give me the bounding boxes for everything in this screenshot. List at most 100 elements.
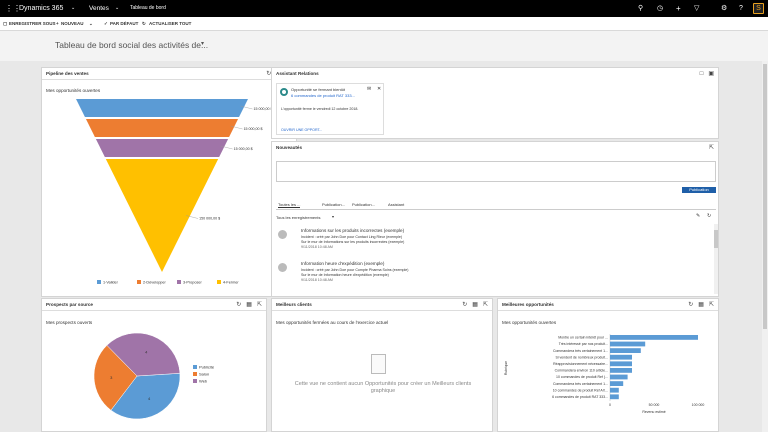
bar — [610, 361, 632, 367]
save-as-button[interactable]: ENREGISTRER SOUS — [9, 17, 56, 31]
category-label: 10 commandes de produit Ref (... — [556, 375, 608, 379]
expand-icon[interactable]: ⇱ — [709, 299, 714, 311]
news-item-time: 9/11/2018 10:48 AM — [301, 245, 333, 249]
panel-subtitle: Mes prospects ouverts — [46, 320, 93, 325]
panel-header: Prospects par source ↻ ▦ ⇱ — [42, 299, 266, 311]
legend-swatch — [177, 280, 181, 284]
refresh-icon[interactable]: ↻ — [707, 213, 711, 219]
top-navigation-bar: ⋮⋮ Dynamics 365 ⌄ Ventes ⌄ Tableau de bo… — [0, 0, 768, 17]
help-question-icon[interactable]: ? — [739, 0, 743, 17]
refresh-icon[interactable]: ↻ — [462, 299, 467, 311]
module-chevron-icon[interactable]: ⌄ — [115, 0, 119, 17]
recent-icon[interactable]: ◷ — [657, 0, 663, 17]
y-axis-label: Rubrique — [504, 361, 508, 375]
news-item-line: Incident : créé par John Doe pour Contac… — [301, 235, 403, 239]
post-textbox[interactable] — [276, 161, 716, 182]
pipeline-panel: Pipeline des ventes ↻ ▦ ⇱ Mes opportunit… — [41, 67, 297, 297]
search-icon[interactable]: ⚲ — [638, 0, 643, 17]
x-axis-label: Revenu estimé — [642, 410, 665, 414]
legend-swatch — [193, 372, 197, 376]
list-item[interactable]: Information heure d'expédition (exemple)… — [276, 260, 712, 290]
refresh-icon[interactable]: ↻ — [688, 299, 693, 311]
comments-icon[interactable]: ▣ — [708, 68, 714, 80]
expand-icon[interactable]: ⇱ — [483, 299, 488, 311]
command-bar: ▢ ENREGISTRER SOUS + NOUVEAU ⌄ ✓ PAR DÉF… — [0, 17, 768, 31]
news-panel: Nouveautés ⇱ Publication Toutes les ... … — [271, 141, 719, 297]
tab-all[interactable]: Toutes les ... — [278, 202, 301, 208]
tab-assistant[interactable]: Assistant — [388, 202, 404, 207]
legend-swatch — [193, 365, 197, 369]
dashboard-title[interactable]: Tableau de bord social des activités de.… — [55, 40, 208, 50]
panel-header: Nouveautés ⇱ — [272, 142, 718, 154]
refresh-all-button[interactable]: ACTUALISER TOUT — [149, 17, 191, 31]
tab-posts-auto[interactable]: Publication... — [322, 202, 345, 207]
app-chevron-icon[interactable]: ⌄ — [71, 0, 75, 17]
funnel-value-label: 15 000,00 $ — [234, 147, 253, 151]
legend-label: 4-Fermer — [223, 281, 239, 285]
relation-assistant-panel: Assistant Relations □ ▣ Opportunité se f… — [271, 67, 719, 139]
panel-subtitle: Mes opportunités ouvertes — [46, 88, 101, 93]
open-opportunity-link[interactable]: OUVRIR UNE OPPORT... — [281, 128, 322, 132]
x-tick-label: 50 000 — [649, 403, 660, 407]
legend-label: 3-Proposer — [183, 281, 203, 285]
funnel-segment — [105, 159, 219, 272]
best-opportunities-panel: Meilleures opportunités ↻ ▦ ⇱ Mes opport… — [497, 298, 719, 432]
card-title: Opportunité se fermant bientôt — [291, 87, 346, 92]
list-item[interactable]: Informations sur les produits incorrecte… — [276, 227, 712, 257]
post-button[interactable]: Publication — [682, 187, 716, 193]
page-name[interactable]: Tableau de bord — [130, 0, 166, 17]
view-records-icon[interactable]: ▦ — [246, 299, 252, 311]
funnel-segment — [76, 99, 248, 117]
expand-icon[interactable]: ⇱ — [257, 299, 262, 311]
save-as-icon: ▢ — [3, 21, 8, 26]
card-text: L'opportunité ferme le vendredi 12 octob… — [281, 107, 359, 111]
bar — [610, 387, 619, 393]
opportunity-icon — [280, 88, 288, 96]
panel-title: Meilleurs clients — [276, 302, 312, 307]
pie-chart: 434PublicitéSalonWeb — [93, 332, 215, 420]
new-chevron-icon[interactable]: ⌄ — [89, 17, 93, 31]
view-records-icon[interactable]: ▦ — [698, 299, 704, 311]
dashboard-chevron-icon[interactable]: ▾ — [201, 40, 204, 47]
news-item-line: Sur le mur de Information heure d'expédi… — [301, 273, 389, 277]
empty-state-text: Cette vue ne contient aucun Opportunités… — [294, 381, 472, 394]
filter-icon[interactable]: ▽ — [694, 0, 699, 17]
x-tick-label: 0 — [609, 403, 611, 407]
records-filter[interactable]: Tous les enregistrements — [276, 215, 320, 220]
filter-chevron-icon[interactable]: ▾ — [332, 214, 334, 219]
tab-posts-user[interactable]: Publication... — [352, 202, 375, 207]
activity-avatar-icon — [278, 230, 287, 239]
page-scrollbar-thumb[interactable] — [763, 64, 767, 329]
card-link[interactable]: 6 commandes de produit RAT 333... — [291, 93, 355, 98]
category-label: Commandera très certainement 1... — [553, 382, 608, 386]
user-avatar[interactable]: S — [753, 3, 764, 14]
legend-label: 2-Développer — [143, 281, 167, 285]
bar — [610, 374, 628, 380]
category-label: Très intéressé par nos produit... — [559, 342, 608, 346]
news-item-title[interactable]: Information heure d'expédition (exemple) — [301, 261, 384, 266]
legend-label: Salon — [199, 372, 209, 377]
bar — [610, 348, 641, 353]
category-label: Montre un certain intérêt pour ... — [558, 336, 608, 340]
app-name[interactable]: Dynamics 365 — [19, 0, 63, 17]
create-plus-icon[interactable]: + — [676, 0, 681, 17]
refresh-icon[interactable]: ↻ — [236, 299, 241, 311]
assistant-card[interactable]: Opportunité se fermant bientôt 6 command… — [276, 83, 384, 135]
mail-icon[interactable]: ✉ — [367, 86, 371, 92]
panel-header: Meilleurs clients ↻ ▦ ⇱ — [272, 299, 492, 311]
pin-icon[interactable]: ✎ — [696, 213, 700, 219]
expand-icon[interactable]: ⇱ — [709, 142, 714, 154]
dismiss-close-icon[interactable]: ✕ — [377, 86, 381, 92]
settings-gear-icon[interactable]: ⚙ — [721, 0, 727, 17]
news-item-title[interactable]: Informations sur les produits incorrecte… — [301, 228, 404, 233]
category-label: 10 commandes de produit Ref AX... — [553, 388, 608, 392]
panel-title: Nouveautés — [276, 145, 303, 150]
news-scrollbar[interactable] — [714, 224, 718, 294]
view-records-icon[interactable]: ▦ — [472, 299, 478, 311]
comment-icon[interactable]: □ — [700, 68, 704, 80]
module-name[interactable]: Ventes — [89, 0, 109, 17]
category-label: 6 commandes de produit RAT 333... — [552, 395, 608, 399]
set-default-button[interactable]: PAR DÉFAUT — [110, 17, 138, 31]
legend-label: Web — [199, 379, 208, 384]
new-button[interactable]: NOUVEAU — [61, 17, 84, 31]
